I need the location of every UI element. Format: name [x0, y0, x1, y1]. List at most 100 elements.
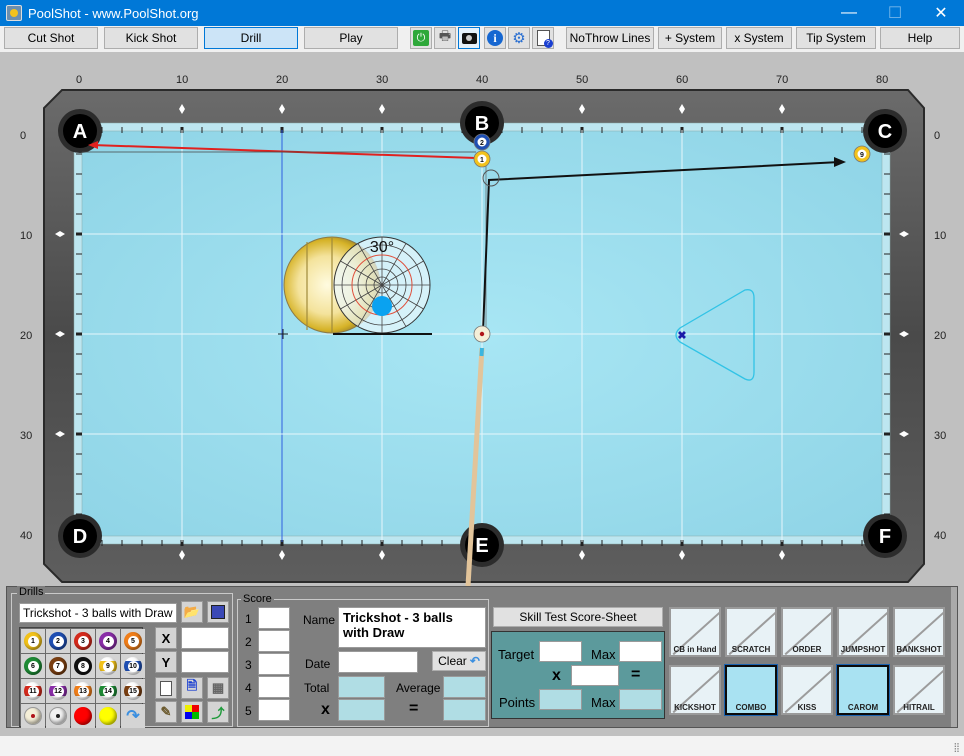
edit-notes-button[interactable]: ✎: [155, 701, 177, 723]
redo-button[interactable]: ↷: [121, 704, 145, 728]
help-document-button[interactable]: ?: [532, 27, 554, 49]
nothrow-lines-button[interactable]: NoThrow Lines: [566, 27, 654, 49]
score-row-label: 5: [245, 704, 252, 718]
ball-button-13[interactable]: 13: [71, 679, 95, 703]
ball-button-6[interactable]: 6: [21, 654, 45, 678]
export-button[interactable]: ⤴: [207, 701, 229, 723]
shot-type-label: JUMPSHOT: [840, 645, 886, 654]
ball-button-9[interactable]: 9: [96, 654, 120, 678]
svg-text:1: 1: [480, 157, 484, 164]
shot-type-order[interactable]: ORDER: [781, 607, 833, 657]
drill-name-input[interactable]: Trickshot - 3 balls with Draw: [19, 603, 177, 623]
ball-button-11[interactable]: 11: [21, 679, 45, 703]
score-row-label: 1: [245, 612, 252, 626]
help-button[interactable]: Help: [880, 27, 960, 49]
score-input-5[interactable]: [258, 699, 290, 721]
x-tick-label: 30: [376, 74, 389, 86]
shot-type-kickshot[interactable]: KICKSHOT: [669, 665, 721, 715]
red-spot-button[interactable]: [71, 704, 95, 728]
score-input-1[interactable]: [258, 607, 290, 629]
shot-type-bankshot[interactable]: BANKSHOT: [893, 607, 945, 657]
drill-help-button[interactable]: 🗎: [181, 677, 203, 699]
points-output: [539, 689, 582, 710]
ball-palette: 1 2 3 4 5 6 7 8 9 10 11 12 13 14 15 ↷: [19, 627, 145, 728]
score-input-3[interactable]: [258, 653, 290, 675]
close-button[interactable]: ✕: [918, 0, 964, 26]
resize-grip-icon[interactable]: ⣿: [953, 742, 960, 753]
print-icon: 🖶: [438, 28, 452, 43]
ball-button-15[interactable]: 15: [121, 679, 145, 703]
bottom-panel: Drills Trickshot - 3 balls with Draw 📂 1…: [6, 586, 958, 728]
pool-table[interactable]: A B C D E F ✖ 30° 1 2 9: [0, 52, 964, 586]
shot-type-cb-in-hand[interactable]: CB in Hand: [669, 607, 721, 657]
minimize-button[interactable]: —: [826, 0, 872, 26]
tip-system-button[interactable]: Tip System: [796, 27, 876, 49]
name-label: Name: [303, 613, 336, 627]
panel-scrollbar[interactable]: [951, 587, 957, 727]
maximize-button[interactable]: ☐: [872, 0, 918, 26]
score-row-label: 4: [245, 681, 252, 695]
shot-type-label: BANKSHOT: [896, 645, 942, 654]
save-drill-button[interactable]: [207, 601, 229, 623]
open-drill-button[interactable]: 📂: [181, 601, 203, 623]
drill-list-button[interactable]: ▦: [207, 677, 229, 699]
y-coordinate-input[interactable]: [181, 651, 229, 673]
score-name-input[interactable]: Trickshot - 3 balls with Draw: [338, 607, 486, 648]
target-input[interactable]: [539, 641, 582, 662]
cut-shot-button[interactable]: Cut Shot: [4, 27, 98, 49]
x-system-button[interactable]: x System: [726, 27, 792, 49]
settings-button[interactable]: ⚙: [508, 27, 530, 49]
ball-5-icon: 5: [124, 632, 142, 650]
ball-button-14[interactable]: 14: [96, 679, 120, 703]
screenshot-button[interactable]: [458, 27, 480, 49]
ball-button-2[interactable]: 2: [46, 629, 70, 653]
result-output: [443, 699, 486, 721]
ball-button-4[interactable]: 4: [96, 629, 120, 653]
play-button[interactable]: Play: [304, 27, 398, 49]
max2-label: Max: [591, 695, 616, 710]
ball-button-3[interactable]: 3: [71, 629, 95, 653]
tip-contact-point: [372, 296, 392, 316]
shot-type-jumpshot[interactable]: JUMPSHOT: [837, 607, 889, 657]
x-coordinate-input[interactable]: [181, 627, 229, 649]
cue-ball-red-dot-button[interactable]: [21, 704, 45, 728]
shot-type-carom[interactable]: CAROM: [836, 664, 890, 716]
pocket-label: B: [475, 113, 489, 135]
skill-test-score-sheet-button[interactable]: Skill Test Score-Sheet: [493, 607, 663, 627]
score-input-4[interactable]: [258, 676, 290, 698]
window-title: PoolShot - www.PoolShot.org: [28, 5, 199, 21]
shot-type-combo[interactable]: COMBO: [724, 664, 778, 716]
color-palette-button[interactable]: [181, 701, 203, 723]
score-input-2[interactable]: [258, 630, 290, 652]
new-drill-button[interactable]: [155, 677, 177, 699]
clear-button[interactable]: Clear ↶: [432, 651, 486, 671]
pocket-label: E: [475, 535, 488, 557]
ball-button-12[interactable]: 12: [46, 679, 70, 703]
kick-shot-button[interactable]: Kick Shot: [104, 27, 198, 49]
max-label: Max: [591, 647, 616, 662]
power-button[interactable]: ⏻: [410, 27, 432, 49]
ball-1: 1: [473, 150, 491, 168]
y-tick-label-left: 10: [20, 230, 33, 242]
shot-type-hitrail[interactable]: HITRAIL: [893, 665, 945, 715]
cue-ball-black-dot-button[interactable]: [46, 704, 70, 728]
shot-type-kiss[interactable]: KISS: [781, 665, 833, 715]
y-coordinate-label: Y: [155, 651, 177, 673]
yellow-spot-button[interactable]: [96, 704, 120, 728]
ball-button-10[interactable]: 10: [121, 654, 145, 678]
drill-button[interactable]: Drill: [204, 27, 298, 49]
multiplier-input[interactable]: [571, 665, 619, 686]
ball-button-1[interactable]: 1: [21, 629, 45, 653]
print-button[interactable]: 🖶: [434, 27, 456, 49]
info-button[interactable]: i: [484, 27, 506, 49]
plus-system-button[interactable]: + System: [658, 27, 722, 49]
ball-4-icon: 4: [99, 632, 117, 650]
shot-type-scratch[interactable]: SCRATCH: [725, 607, 777, 657]
ball-button-7[interactable]: 7: [46, 654, 70, 678]
max-input[interactable]: [619, 641, 662, 662]
average-output: [443, 676, 486, 698]
ball-button-8[interactable]: 8: [71, 654, 95, 678]
ball-button-5[interactable]: 5: [121, 629, 145, 653]
date-input[interactable]: [338, 651, 418, 673]
camera-icon: [461, 32, 477, 44]
